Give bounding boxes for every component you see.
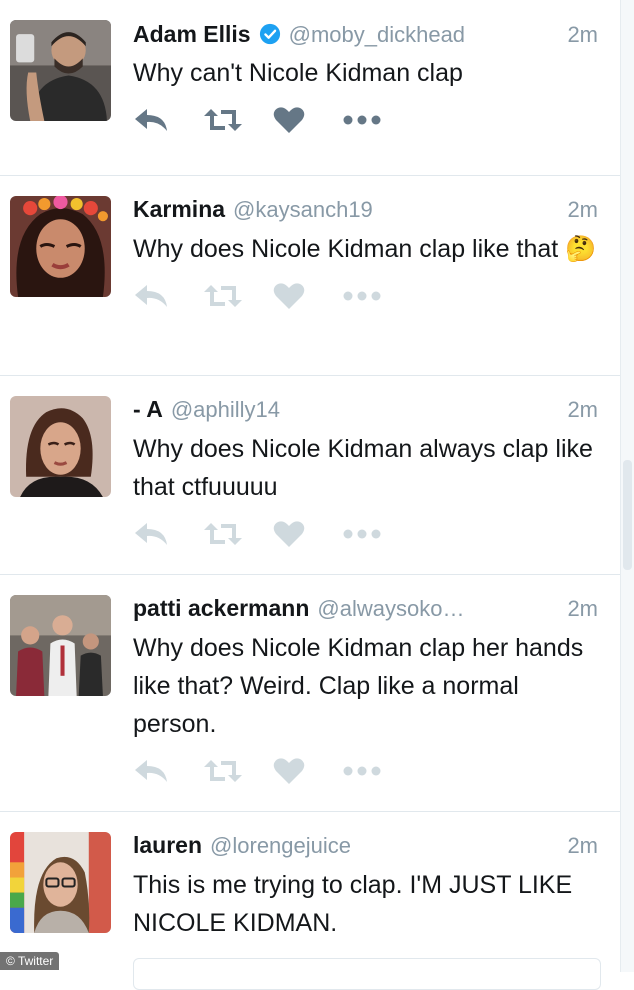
reply-button[interactable] [133,104,203,136]
retweet-icon [204,523,242,545]
more-icon [343,529,381,539]
tweet-timestamp[interactable]: 2m [567,397,598,423]
author-handle[interactable]: @moby_dickhead [289,22,556,48]
avatar-lauren-icon [10,832,111,933]
reply-icon [135,109,167,131]
tweet[interactable]: Adam Ellis @moby_dickhead 2m Why can't N… [0,0,620,176]
tweet[interactable]: - A @aphilly14 2m Why does Nicole Kidman… [0,376,620,575]
tweet-header: Adam Ellis @moby_dickhead 2m [133,20,598,52]
like-icon [273,107,305,133]
author-handle[interactable]: @aphilly14 [171,397,556,423]
tweet-content: - A @aphilly14 2m Why does Nicole Kidman… [133,396,598,550]
tweet-header: Karmina @kaysanch19 2m [133,196,598,228]
tweet-actions [133,280,598,312]
tweet-text: Why does Nicole Kidman clap her hands li… [133,634,584,738]
more-icon [343,115,381,125]
tweet-actions [133,104,598,136]
retweet-button[interactable] [203,518,273,550]
tweet-timestamp[interactable]: 2m [567,596,598,622]
more-button[interactable] [343,104,413,136]
tweet-embed-card[interactable] [133,958,601,990]
tweet-content: Adam Ellis @moby_dickhead 2m Why can't N… [133,20,598,136]
tweet-header: lauren @lorengejuice 2m [133,832,598,864]
tweet-timestamp[interactable]: 2m [567,833,598,859]
tweet-content: lauren @lorengejuice 2m This is me tryin… [133,832,598,942]
retweet-icon [204,760,242,782]
retweet-button[interactable] [203,755,273,787]
more-icon [343,291,381,301]
watermark: © Twitter [0,952,60,970]
tweet[interactable]: lauren @lorengejuice 2m This is me tryin… [0,812,620,972]
tweet-content: patti ackermann @alwaysoko… 2m Why does … [133,595,598,787]
avatar-adam-ellis-icon [10,20,111,121]
avatar[interactable] [10,832,111,933]
tweet-text: Why does Nicole Kidman always clap like … [133,435,593,501]
avatar[interactable] [10,196,111,297]
tweet-timestamp[interactable]: 2m [567,197,598,223]
tweet-header: patti ackermann @alwaysoko… 2m [133,595,598,627]
author-handle[interactable]: @alwaysoko… [317,596,555,622]
tweet-actions [133,755,598,787]
author-name[interactable]: Karmina [133,196,225,223]
reply-button[interactable] [133,280,203,312]
more-button[interactable] [343,518,413,550]
reply-button[interactable] [133,755,203,787]
author-name[interactable]: patti ackermann [133,595,309,622]
more-button[interactable] [343,755,413,787]
tweet-text: Why can't Nicole Kidman clap [133,59,463,87]
author-name[interactable]: lauren [133,832,202,859]
reply-icon [135,285,167,307]
tweet-feed: Adam Ellis @moby_dickhead 2m Why can't N… [0,0,620,972]
like-icon [273,521,305,547]
tweet[interactable]: Karmina @kaysanch19 2m Why does Nicole K… [0,176,620,376]
author-handle[interactable]: @lorengejuice [210,833,555,859]
like-icon [273,758,305,784]
reply-button[interactable] [133,518,203,550]
avatar[interactable] [10,396,111,497]
like-icon [273,283,305,309]
tweet-header: - A @aphilly14 2m [133,396,598,428]
reply-icon [135,760,167,782]
verified-badge-icon [259,23,281,45]
tweet-timestamp[interactable]: 2m [567,22,598,48]
avatar-karmina-icon [10,196,111,297]
author-name[interactable]: - A [133,396,163,423]
retweet-icon [204,285,242,307]
like-button[interactable] [273,755,343,787]
retweet-icon [204,109,242,131]
like-button[interactable] [273,104,343,136]
scrollbar-thumb[interactable] [623,460,632,570]
avatar[interactable] [10,595,111,696]
tweet[interactable]: patti ackermann @alwaysoko… 2m Why does … [0,575,620,812]
author-handle[interactable]: @kaysanch19 [233,197,555,223]
like-button[interactable] [273,518,343,550]
tweet-text: This is me trying to clap. I'M JUST LIKE… [133,871,573,937]
tweet-content: Karmina @kaysanch19 2m Why does Nicole K… [133,196,598,312]
avatar[interactable] [10,20,111,121]
like-button[interactable] [273,280,343,312]
author-name[interactable]: Adam Ellis [133,21,251,48]
tweet-text: Why does Nicole Kidman clap like that 🤔 [133,235,597,263]
retweet-button[interactable] [203,280,273,312]
avatar-a-icon [10,396,111,497]
reply-icon [135,523,167,545]
more-button[interactable] [343,280,413,312]
more-icon [343,766,381,776]
avatar-patti-ackermann-icon [10,595,111,696]
retweet-button[interactable] [203,104,273,136]
tweet-actions [133,518,598,550]
